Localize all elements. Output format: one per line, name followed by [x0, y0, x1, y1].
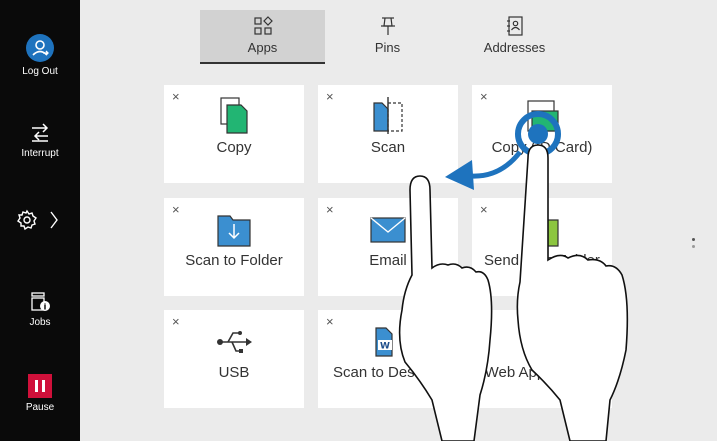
tile-send-from-folder[interactable]: × Send from Folder: [472, 198, 612, 296]
close-icon[interactable]: ×: [480, 89, 488, 104]
tile-copy-label: Copy: [216, 139, 252, 156]
id-card-copy-icon: [527, 100, 559, 132]
tile-send-from-folder-label: Send from Folder: [484, 252, 600, 269]
close-icon[interactable]: ×: [480, 202, 488, 217]
logout-label: Log Out: [22, 66, 58, 77]
close-icon[interactable]: ×: [326, 89, 334, 104]
apps-grid-icon: [253, 16, 273, 35]
chevron-right-icon: [50, 211, 58, 229]
tile-email[interactable]: × Email: [318, 198, 458, 296]
jobs-button[interactable]: i Jobs: [0, 291, 80, 328]
sidebar: Log Out Interrupt i Jobs Pause: [0, 0, 80, 441]
tile-web-applications[interactable]: Web Applications: [472, 310, 612, 408]
tile-copy-id-card[interactable]: × Copy (ID Card): [472, 85, 612, 183]
settings-button[interactable]: [0, 208, 80, 232]
scan-to-desktop-icon: W: [375, 327, 393, 357]
email-icon: [370, 217, 406, 243]
interrupt-icon: [32, 123, 49, 142]
gear-icon: [17, 209, 58, 231]
tile-scan-to-folder-label: Scan to Folder: [185, 252, 283, 269]
copy-icon: [220, 97, 248, 134]
interrupt-label: Interrupt: [21, 148, 59, 159]
svg-text:W: W: [380, 342, 390, 352]
pin-icon: [380, 17, 395, 35]
tile-scan[interactable]: × Scan: [318, 85, 458, 183]
usb-icon: [217, 331, 252, 353]
scan-to-folder-icon: [217, 215, 251, 247]
pause-label: Pause: [25, 402, 55, 413]
page-dot: [691, 238, 695, 241]
tab-apps[interactable]: Apps: [200, 10, 325, 64]
interrupt-button[interactable]: Interrupt: [0, 122, 80, 159]
tile-email-label: Email: [369, 252, 407, 269]
tile-web-applications-label: Web Applications: [484, 364, 600, 381]
tile-usb[interactable]: × USB: [164, 310, 304, 408]
jobs-label: Jobs: [29, 317, 51, 328]
scan-icon: [373, 97, 403, 134]
close-icon[interactable]: ×: [172, 89, 180, 104]
close-icon[interactable]: ×: [172, 314, 180, 329]
page-indicator[interactable]: [690, 238, 696, 254]
tile-scan-to-folder[interactable]: × Scan to Folder: [164, 198, 304, 296]
svg-text:i: i: [44, 303, 47, 312]
tab-addresses-label: Addresses: [483, 40, 546, 55]
tab-addresses[interactable]: Addresses: [452, 10, 577, 62]
close-icon[interactable]: ×: [326, 202, 334, 217]
pause-icon: [28, 374, 52, 398]
tab-pins-label: Pins: [374, 40, 401, 55]
tile-scan-label: Scan: [370, 139, 406, 156]
user-icon: [26, 34, 54, 62]
logout-button[interactable]: Log Out: [0, 34, 80, 77]
web-applications-icon: [529, 323, 557, 360]
tab-apps-label: Apps: [247, 40, 278, 55]
tile-copy-id-card-label: Copy (ID Card): [491, 139, 593, 156]
tile-copy[interactable]: × Copy: [164, 85, 304, 183]
send-from-folder-icon: [525, 215, 559, 247]
close-icon[interactable]: ×: [326, 314, 334, 329]
tile-scan-to-desktop[interactable]: × W Scan to Desktop: [318, 310, 458, 408]
tab-pins[interactable]: Pins: [325, 10, 450, 62]
tile-usb-label: USB: [218, 364, 250, 381]
pause-button[interactable]: Pause: [0, 374, 80, 413]
jobs-icon: i: [31, 292, 50, 312]
page-dot: [691, 245, 695, 248]
main-area: Apps Pins Addresses × Copy × Scan × Copy…: [80, 0, 717, 441]
close-icon[interactable]: ×: [172, 202, 180, 217]
tile-scan-to-desktop-label: Scan to Desktop: [332, 364, 444, 381]
address-book-icon: [506, 16, 523, 36]
